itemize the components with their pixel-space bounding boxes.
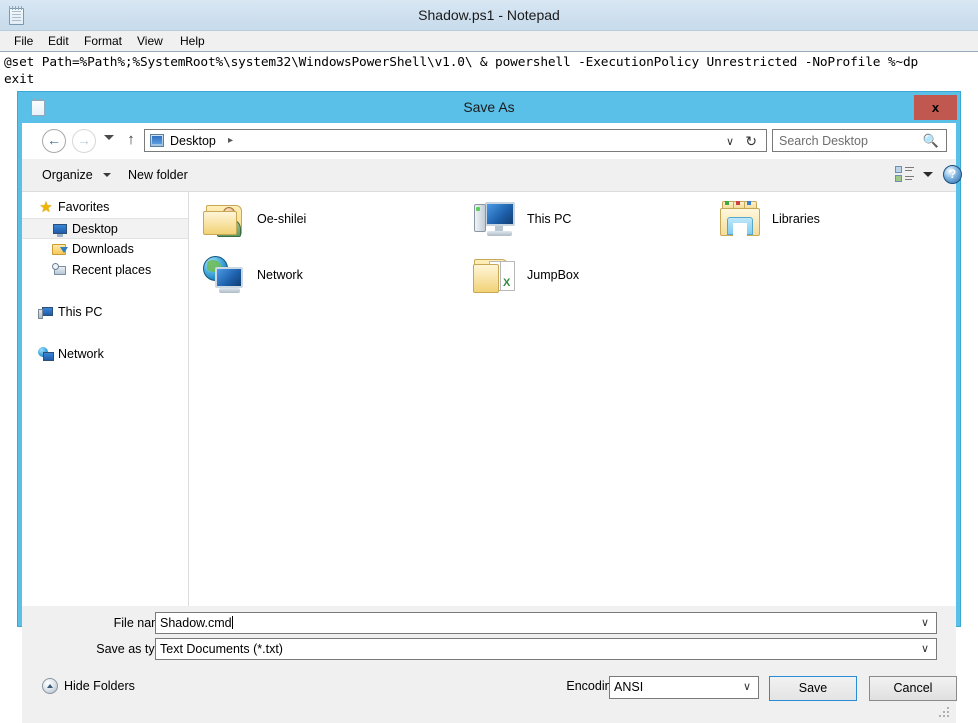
breadcrumb-separator: ▸ bbox=[228, 135, 234, 146]
list-item[interactable]: This PC bbox=[469, 197, 699, 249]
list-item[interactable]: Oe-shilei bbox=[199, 197, 429, 249]
file-item-label: Network bbox=[257, 268, 303, 282]
dialog-titlebar: Save As x bbox=[18, 92, 960, 123]
navigation-sidebar: ★ Favorites Desktop Downloads Recent pla… bbox=[22, 192, 189, 606]
save-as-dialog: Save As x ← → ↑ Desktop ▸ ∨ ↻ Search Des… bbox=[18, 92, 962, 723]
save-as-type-select[interactable]: Text Documents (*.txt) ∨ bbox=[155, 638, 937, 660]
dialog-footer: Hide Folders Encoding: ANSI ∨ Save Cance… bbox=[22, 664, 957, 723]
view-chevron-down-icon[interactable] bbox=[923, 172, 933, 177]
dialog-body: ← → ↑ Desktop ▸ ∨ ↻ Search Desktop 🔍 Org… bbox=[22, 123, 962, 723]
new-folder-button[interactable]: New folder bbox=[128, 165, 188, 186]
notepad-text-line: exit bbox=[4, 72, 35, 87]
notepad-text-line: @set Path=%Path%;%SystemRoot%\system32\W… bbox=[4, 55, 919, 70]
sidebar-item-downloads[interactable]: Downloads bbox=[22, 239, 188, 260]
cancel-button[interactable]: Cancel bbox=[869, 676, 957, 701]
list-item[interactable]: Libraries bbox=[714, 197, 944, 249]
file-item-label: Oe-shilei bbox=[257, 212, 307, 226]
sidebar-item-desktop[interactable]: Desktop bbox=[22, 218, 188, 239]
save-as-type-label: Save as type: bbox=[96, 642, 172, 656]
sidebar-item-label: Desktop bbox=[72, 222, 118, 236]
hide-folders-label: Hide Folders bbox=[64, 679, 135, 693]
close-button[interactable]: x bbox=[914, 95, 957, 120]
file-item-label: Libraries bbox=[772, 212, 820, 226]
dialog-title: Save As bbox=[463, 99, 515, 115]
menu-help[interactable]: Help bbox=[174, 31, 211, 51]
file-name-value: Shadow.cmd bbox=[160, 616, 233, 630]
encoding-value: ANSI bbox=[614, 680, 644, 694]
collapse-icon bbox=[42, 678, 58, 694]
search-box[interactable]: Search Desktop 🔍 bbox=[772, 129, 947, 152]
resize-grip[interactable] bbox=[939, 707, 951, 719]
menu-format[interactable]: Format bbox=[78, 31, 128, 51]
network-icon bbox=[38, 347, 54, 363]
sidebar-item-recent-places[interactable]: Recent places bbox=[22, 260, 188, 281]
navigation-bar: ← → ↑ Desktop ▸ ∨ ↻ Search Desktop 🔍 bbox=[22, 123, 956, 159]
sidebar-item-label: This PC bbox=[58, 305, 103, 319]
notepad-title: Shadow.ps1 - Notepad bbox=[418, 7, 560, 23]
dialog-content: ★ Favorites Desktop Downloads Recent pla… bbox=[22, 192, 956, 606]
user-folder-icon bbox=[203, 199, 249, 243]
downloads-icon bbox=[52, 242, 68, 258]
search-input[interactable]: Search Desktop bbox=[779, 132, 868, 150]
file-name-label: File name: bbox=[113, 616, 172, 630]
save-as-type-value: Text Documents (*.txt) bbox=[160, 642, 283, 656]
save-as-type-chevron-down-icon[interactable]: ∨ bbox=[921, 639, 929, 659]
address-bar[interactable]: Desktop ▸ ∨ ↻ bbox=[144, 129, 767, 152]
organize-chevron-down-icon[interactable] bbox=[103, 173, 111, 177]
libraries-icon bbox=[718, 199, 764, 243]
organize-button[interactable]: Organize bbox=[42, 165, 93, 186]
recent-places-icon bbox=[52, 263, 68, 279]
this-pc-icon bbox=[38, 305, 54, 321]
list-item[interactable]: Network bbox=[199, 253, 429, 305]
help-icon[interactable]: ? bbox=[943, 165, 962, 184]
folder-docs-icon: X X bbox=[473, 255, 519, 299]
sidebar-item-this-pc[interactable]: This PC bbox=[22, 302, 188, 323]
sidebar-item-label: Favorites bbox=[58, 200, 110, 214]
recent-locations-chevron-down-icon[interactable] bbox=[104, 135, 114, 140]
desktop-icon bbox=[150, 134, 164, 147]
network-globe-icon bbox=[203, 255, 249, 299]
encoding-chevron-down-icon[interactable]: ∨ bbox=[743, 677, 751, 698]
file-item-label: JumpBox bbox=[527, 268, 580, 282]
search-icon: 🔍 bbox=[922, 133, 939, 148]
file-name-chevron-down-icon[interactable]: ∨ bbox=[921, 613, 929, 633]
back-arrow-icon[interactable]: ← bbox=[42, 129, 66, 153]
list-item[interactable]: X X JumpBox bbox=[469, 253, 699, 305]
encoding-select[interactable]: ANSI ∨ bbox=[609, 676, 759, 699]
star-icon: ★ bbox=[39, 199, 53, 216]
file-name-input[interactable]: Shadow.cmd ∨ bbox=[155, 612, 937, 634]
sidebar-item-network[interactable]: Network bbox=[22, 344, 188, 365]
menu-view[interactable]: View bbox=[131, 31, 169, 51]
save-form: File name: Shadow.cmd ∨ Save as type: Te… bbox=[22, 607, 956, 664]
dialog-toolbar: Organize New folder ? bbox=[22, 159, 962, 192]
sidebar-item-label: Recent places bbox=[72, 263, 152, 277]
menu-edit[interactable]: Edit bbox=[42, 31, 75, 51]
address-chevron-down-icon[interactable]: ∨ bbox=[726, 135, 734, 148]
notepad-menubar: File Edit Format View Help bbox=[0, 31, 978, 51]
up-arrow-icon[interactable]: ↑ bbox=[122, 130, 140, 150]
view-mode-icon[interactable] bbox=[895, 166, 915, 184]
address-path-text: Desktop bbox=[170, 134, 216, 148]
sidebar-item-favorites[interactable]: ★ Favorites bbox=[22, 197, 188, 218]
menu-file[interactable]: File bbox=[8, 31, 39, 51]
file-item-label: This PC bbox=[527, 212, 572, 226]
computer-icon bbox=[473, 199, 519, 243]
notepad-titlebar: Shadow.ps1 - Notepad bbox=[0, 0, 978, 31]
file-list[interactable]: Oe-shilei This PC Libraries Network X Ju… bbox=[189, 192, 956, 606]
save-button[interactable]: Save bbox=[769, 676, 857, 701]
sidebar-item-label: Network bbox=[58, 347, 104, 361]
sidebar-item-label: Downloads bbox=[72, 242, 134, 256]
forward-arrow-icon: → bbox=[72, 129, 96, 153]
desktop-icon bbox=[52, 222, 68, 238]
refresh-icon[interactable]: ↻ bbox=[745, 133, 757, 150]
